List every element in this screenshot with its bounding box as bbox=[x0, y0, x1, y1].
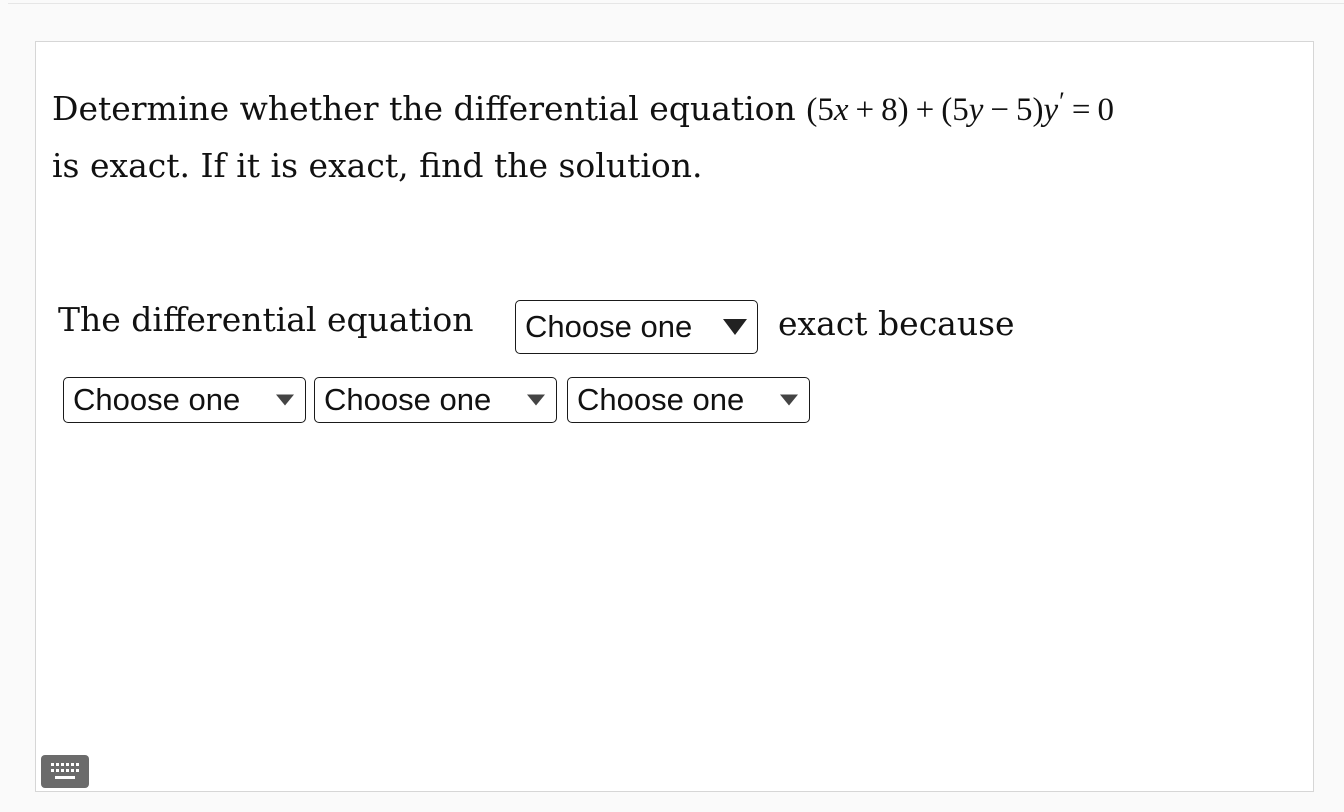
reason-select-3-value: Choose one bbox=[577, 382, 745, 417]
answer-suffix: exact because bbox=[778, 304, 1015, 343]
eq-paren: ) bbox=[1032, 92, 1044, 128]
keyboard-icon bbox=[51, 763, 79, 779]
eq-op: + bbox=[855, 92, 875, 128]
differential-equation: (5x +8) + (5y −5)y′ = 0 bbox=[806, 87, 1114, 128]
eq-coef: 5 bbox=[817, 92, 834, 128]
top-divider bbox=[8, 3, 1344, 4]
exactness-select-value: Choose one bbox=[525, 309, 693, 344]
question-line-1: Determine whether the differential equat… bbox=[52, 74, 1302, 138]
eq-paren: ) bbox=[897, 92, 909, 128]
reason-select-1-value: Choose one bbox=[73, 382, 241, 417]
question-line-2: is exact. If it is exact, find the solut… bbox=[52, 146, 703, 185]
eq-rhs: 0 bbox=[1097, 92, 1114, 128]
triangle-down-icon bbox=[723, 319, 747, 335]
eq-const: 5 bbox=[1016, 92, 1033, 128]
question-text-before: Determine whether the differential equat… bbox=[52, 89, 796, 128]
reason-select-2[interactable]: Choose one bbox=[314, 377, 557, 423]
reason-select-3[interactable]: Choose one bbox=[567, 377, 810, 423]
eq-paren: ( bbox=[941, 92, 953, 128]
triangle-down-icon bbox=[527, 394, 545, 406]
eq-var-y: y bbox=[1043, 92, 1059, 128]
eq-op: + bbox=[915, 92, 935, 128]
eq-var-x: x bbox=[833, 92, 849, 128]
eq-op: − bbox=[990, 92, 1009, 128]
triangle-down-icon bbox=[276, 394, 294, 406]
eq-const: 8 bbox=[881, 92, 898, 128]
page-background: Determine whether the differential equat… bbox=[0, 0, 1344, 812]
question-card: Determine whether the differential equat… bbox=[35, 41, 1314, 792]
triangle-down-icon bbox=[780, 394, 798, 406]
eq-paren: ( bbox=[806, 92, 818, 128]
eq-coef: 5 bbox=[952, 92, 969, 128]
eq-prime: ′ bbox=[1059, 87, 1065, 116]
reason-select-2-value: Choose one bbox=[324, 382, 492, 417]
eq-equals: = bbox=[1071, 92, 1091, 128]
exactness-select[interactable]: Choose one bbox=[515, 300, 758, 354]
answer-prefix: The differential equation bbox=[58, 300, 474, 339]
reason-select-1[interactable]: Choose one bbox=[63, 377, 306, 423]
keyboard-button[interactable] bbox=[41, 755, 89, 788]
eq-var-y: y bbox=[968, 92, 984, 128]
question-prompt: Determine whether the differential equat… bbox=[52, 74, 1302, 194]
